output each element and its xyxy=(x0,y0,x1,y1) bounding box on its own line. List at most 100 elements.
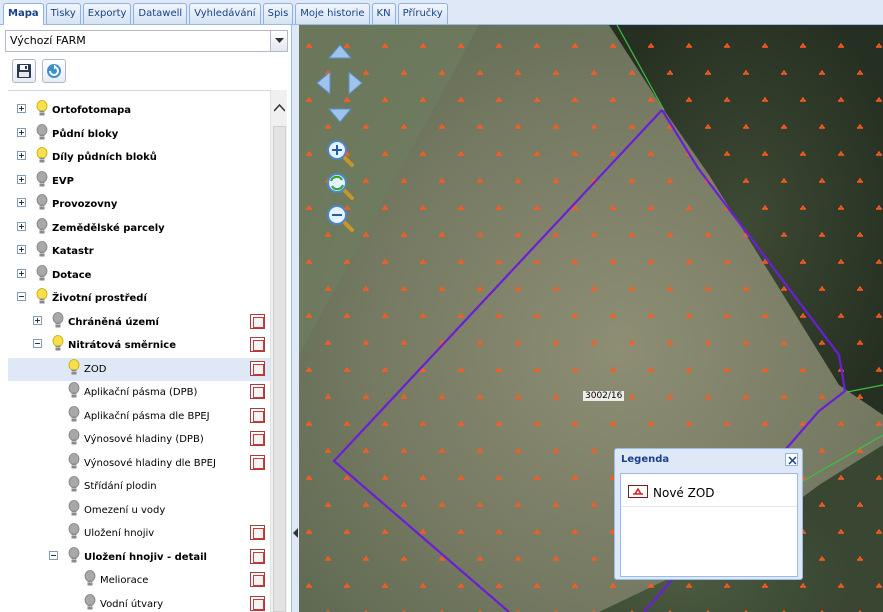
tree-item-label: Ortofotomapa xyxy=(52,105,132,116)
tree-item-label: Střídání plodin xyxy=(84,481,157,492)
lightbulb-on-icon[interactable] xyxy=(36,288,48,310)
tree-item-label: Zemědělské parcely xyxy=(52,222,165,234)
refresh-button[interactable] xyxy=(42,59,66,83)
lightbulb-off-icon[interactable] xyxy=(36,123,48,146)
expand-icon[interactable] xyxy=(17,151,26,160)
expand-icon[interactable] xyxy=(17,245,26,254)
zoom-extent-icon[interactable] xyxy=(325,171,355,201)
legend-icon[interactable] xyxy=(250,548,265,564)
tree-row[interactable]: Aplikační pásma (DPB) xyxy=(8,381,270,404)
lightbulb-on-icon[interactable] xyxy=(36,147,48,169)
zoom-out-icon[interactable] xyxy=(325,203,355,233)
tree-item-label: Chráněná území xyxy=(68,316,159,328)
tree-row[interactable]: Katastr xyxy=(8,240,270,263)
lightbulb-on-icon[interactable] xyxy=(36,100,48,122)
legend-icon[interactable] xyxy=(250,525,265,540)
tree-row[interactable]: Střídání plodin xyxy=(8,475,270,498)
lightbulb-off-icon[interactable] xyxy=(84,593,96,612)
pan-left-icon[interactable] xyxy=(316,71,332,95)
lightbulb-off-icon[interactable] xyxy=(68,546,80,569)
tree-row[interactable]: EVP xyxy=(8,170,270,193)
expand-icon[interactable] xyxy=(17,104,26,113)
chevron-down-icon[interactable] xyxy=(270,31,287,51)
legend-window[interactable]: Legenda Nové ZOD xyxy=(614,448,803,580)
tree-row[interactable]: ZOD xyxy=(8,357,270,381)
panel-splitter[interactable] xyxy=(292,25,299,612)
lightbulb-off-icon[interactable] xyxy=(68,499,80,522)
tree-row[interactable]: Meliorace xyxy=(8,569,270,592)
legend-icon[interactable] xyxy=(250,360,265,376)
tree-row[interactable]: Ortofotomapa xyxy=(8,99,270,122)
tree-row[interactable]: Omezení u vody xyxy=(8,499,270,522)
tab-2[interactable]: Exporty xyxy=(82,3,132,24)
expand-icon[interactable] xyxy=(17,268,26,278)
tree-row[interactable]: Dotace xyxy=(8,264,270,287)
lightbulb-off-icon[interactable] xyxy=(68,452,80,475)
tab-4[interactable]: Vyhledávání xyxy=(189,3,261,24)
tab-6[interactable]: Moje historie xyxy=(295,3,370,24)
tree-scrollbar[interactable] xyxy=(270,90,287,612)
legend-icon[interactable] xyxy=(250,407,265,423)
lightbulb-off-icon[interactable] xyxy=(36,217,48,240)
lightbulb-off-icon[interactable] xyxy=(36,194,48,216)
legend-close-button[interactable] xyxy=(785,453,798,466)
tree-item-label: Uložení hnojiv - detail xyxy=(84,551,207,563)
expand-icon[interactable] xyxy=(17,198,26,207)
legend-icon[interactable] xyxy=(250,595,265,611)
pan-right-icon[interactable] xyxy=(347,71,363,95)
collapse-icon[interactable] xyxy=(49,550,58,560)
tab-5[interactable]: Spis xyxy=(262,3,294,24)
expand-icon[interactable] xyxy=(33,315,42,325)
legend-icon[interactable] xyxy=(250,572,265,587)
legend-icon[interactable] xyxy=(250,454,265,470)
lightbulb-off-icon[interactable] xyxy=(68,382,80,404)
legend-icon[interactable] xyxy=(250,431,265,446)
lightbulb-off-icon[interactable] xyxy=(36,170,48,193)
lightbulb-on-icon[interactable] xyxy=(52,335,64,357)
lightbulb-off-icon[interactable] xyxy=(84,570,96,592)
scroll-thumb[interactable] xyxy=(273,126,286,612)
pan-down-icon[interactable] xyxy=(328,107,352,123)
save-button[interactable] xyxy=(12,59,36,83)
scroll-up-icon[interactable] xyxy=(274,104,285,112)
tree-row[interactable]: Provozovny xyxy=(8,193,270,216)
expand-icon[interactable] xyxy=(17,127,26,137)
tree-row[interactable]: Nitrátová směrnice xyxy=(8,334,270,357)
tree-row[interactable]: Životní prostředí xyxy=(8,287,270,310)
collapse-icon[interactable] xyxy=(33,339,42,348)
tree-row[interactable]: Chráněná území xyxy=(8,311,270,334)
tab-3[interactable]: Datawell xyxy=(133,3,188,24)
tree-row[interactable]: Uložení hnojiv xyxy=(8,522,270,545)
expand-icon[interactable] xyxy=(17,221,26,231)
lightbulb-off-icon[interactable] xyxy=(68,476,80,498)
lightbulb-off-icon[interactable] xyxy=(68,523,80,545)
tree-row[interactable]: Vodní útvary xyxy=(8,593,270,612)
pan-up-icon[interactable] xyxy=(328,44,352,60)
lightbulb-off-icon[interactable] xyxy=(52,311,64,334)
tree-row[interactable]: Uložení hnojiv - detail xyxy=(8,546,270,569)
lightbulb-on-icon[interactable] xyxy=(68,358,80,381)
tree-row[interactable]: Výnosové hladiny dle BPEJ xyxy=(8,452,270,475)
tab-8[interactable]: Příručky xyxy=(397,3,448,24)
tabs: Mapa Tisky Exporty Datawell Vyhledávání Spis M… xyxy=(3,3,450,25)
map-profile-select[interactable]: Výchozí FARM xyxy=(5,30,288,52)
tree-row[interactable]: Díly půdních bloků xyxy=(8,146,270,169)
tab-0[interactable]: Mapa xyxy=(3,3,44,25)
tree-row[interactable]: Zemědělské parcely xyxy=(8,217,270,240)
tree-row[interactable]: Aplikační pásma dle BPEJ xyxy=(8,405,270,428)
lightbulb-off-icon[interactable] xyxy=(68,429,80,451)
tree-row[interactable]: Půdní bloky xyxy=(8,123,270,146)
legend-icon[interactable] xyxy=(250,384,265,399)
zoom-in-icon[interactable] xyxy=(325,138,355,168)
legend-icon[interactable] xyxy=(250,337,265,352)
lightbulb-off-icon[interactable] xyxy=(68,405,80,428)
legend-icon[interactable] xyxy=(250,313,265,329)
tree-row[interactable]: Výnosové hladiny (DPB) xyxy=(8,428,270,451)
lightbulb-off-icon[interactable] xyxy=(36,264,48,287)
lightbulb-off-icon[interactable] xyxy=(36,241,48,263)
tab-1[interactable]: Tisky xyxy=(45,3,81,24)
collapse-arrow-icon[interactable] xyxy=(292,528,299,538)
collapse-icon[interactable] xyxy=(17,292,26,301)
expand-icon[interactable] xyxy=(17,174,26,184)
tab-7[interactable]: KN xyxy=(371,3,396,24)
